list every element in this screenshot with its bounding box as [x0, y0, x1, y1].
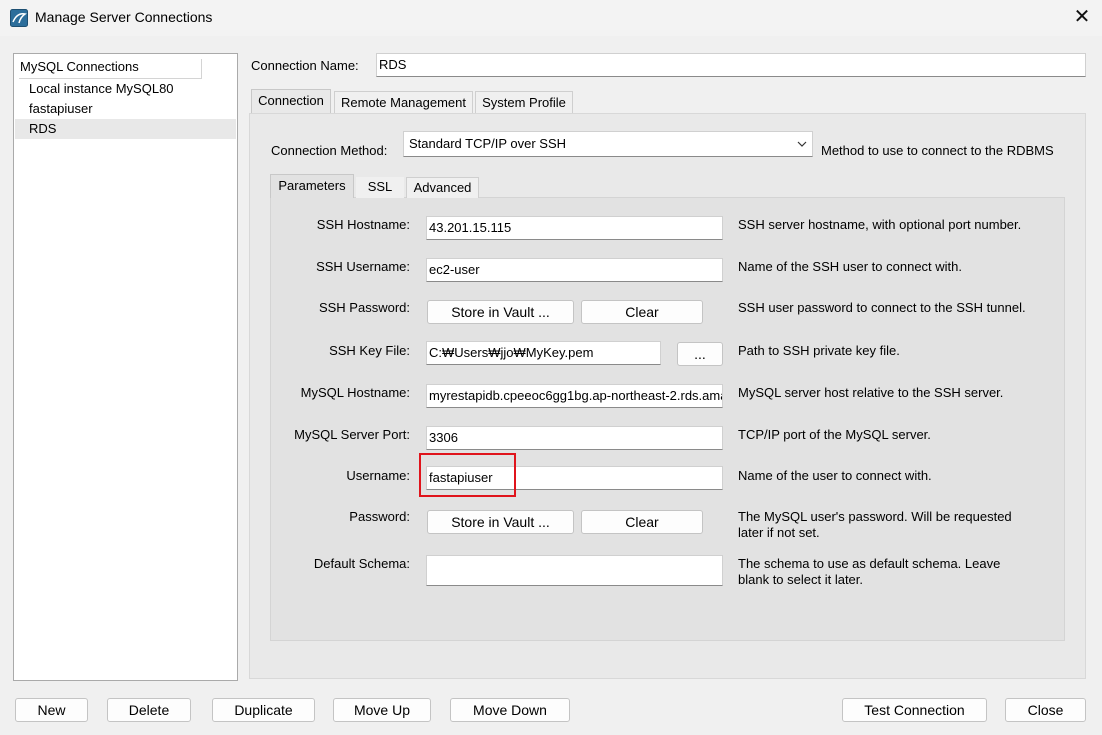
- tab-parameters[interactable]: Parameters: [270, 174, 354, 198]
- password-label: Password:: [349, 509, 410, 524]
- highlight-box: [419, 453, 516, 497]
- tab-system-profile[interactable]: System Profile: [475, 91, 573, 113]
- password-store-button[interactable]: Store in Vault ...: [427, 510, 574, 534]
- ssh-key-file-label: SSH Key File:: [329, 343, 410, 358]
- username-label: Username:: [346, 468, 410, 483]
- ssh-password-clear-button[interactable]: Clear: [581, 300, 703, 324]
- ssh-key-file-browse-button[interactable]: ...: [677, 342, 723, 366]
- ssh-username-description: Name of the SSH user to connect with.: [738, 259, 962, 274]
- mysql-workbench-icon: [10, 9, 28, 27]
- default-schema-description-line1: The schema to use as default schema. Lea…: [738, 556, 1001, 571]
- delete-button[interactable]: Delete: [107, 698, 191, 722]
- connection-name-label: Connection Name:: [251, 58, 359, 73]
- ssh-password-description: SSH user password to connect to the SSH …: [738, 300, 1026, 315]
- connection-item-rds[interactable]: RDS: [15, 119, 236, 139]
- mysql-hostname-input[interactable]: myrestapidb.cpeeoc6gg1bg.ap-northeast-2.…: [426, 384, 723, 408]
- tab-ssl[interactable]: SSL: [356, 177, 404, 198]
- default-schema-input[interactable]: [426, 555, 723, 586]
- mysql-hostname-description: MySQL server host relative to the SSH se…: [738, 385, 1004, 400]
- connection-method-select[interactable]: Standard TCP/IP over SSH: [403, 131, 813, 157]
- username-description: Name of the user to connect with.: [738, 468, 932, 483]
- ssh-hostname-description: SSH server hostname, with optional port …: [738, 217, 1022, 232]
- ssh-password-store-button[interactable]: Store in Vault ...: [427, 300, 574, 324]
- password-description-line2: later if not set.: [738, 525, 820, 540]
- connection-method-value: Standard TCP/IP over SSH: [409, 136, 567, 151]
- ssh-key-file-description: Path to SSH private key file.: [738, 343, 900, 358]
- title-bar: Manage Server Connections ✕: [0, 0, 1102, 36]
- connection-item-fastapiuser[interactable]: fastapiuser: [15, 99, 236, 119]
- chevron-down-icon: [796, 132, 808, 156]
- close-button[interactable]: Close: [1005, 698, 1086, 722]
- connection-method-description: Method to use to connect to the RDBMS: [821, 143, 1054, 158]
- ssh-key-file-input[interactable]: C:₩Users₩jjo₩MyKey.pem: [426, 341, 661, 365]
- tab-remote-management[interactable]: Remote Management: [334, 91, 473, 113]
- password-description-line1: The MySQL user's password. Will be reque…: [738, 509, 1012, 524]
- mysql-port-input[interactable]: 3306: [426, 426, 723, 450]
- new-button[interactable]: New: [15, 698, 88, 722]
- ssh-username-label: SSH Username:: [316, 259, 410, 274]
- connection-name-input[interactable]: RDS: [376, 53, 1086, 77]
- test-connection-button[interactable]: Test Connection: [842, 698, 987, 722]
- mysql-port-label: MySQL Server Port:: [294, 427, 410, 442]
- connection-method-label: Connection Method:: [271, 143, 388, 158]
- ssh-username-input[interactable]: ec2-user: [426, 258, 723, 282]
- ssh-hostname-input[interactable]: 43.201.15.115: [426, 216, 723, 240]
- default-schema-description-line2: blank to select it later.: [738, 572, 864, 587]
- default-schema-label: Default Schema:: [313, 556, 410, 571]
- password-clear-button[interactable]: Clear: [581, 510, 703, 534]
- window-title: Manage Server Connections: [35, 9, 213, 25]
- ssh-password-label: SSH Password:: [318, 300, 410, 315]
- tab-connection[interactable]: Connection: [251, 89, 331, 113]
- window-close-icon[interactable]: ✕: [1068, 4, 1096, 32]
- connections-list-header: MySQL Connections: [19, 59, 202, 79]
- move-down-button[interactable]: Move Down: [450, 698, 570, 722]
- duplicate-button[interactable]: Duplicate: [212, 698, 315, 722]
- mysql-hostname-label: MySQL Hostname:: [300, 385, 410, 400]
- tab-advanced[interactable]: Advanced: [406, 177, 479, 198]
- mysql-port-description: TCP/IP port of the MySQL server.: [738, 427, 931, 442]
- move-up-button[interactable]: Move Up: [333, 698, 431, 722]
- connection-item-local[interactable]: Local instance MySQL80: [15, 79, 236, 99]
- ssh-hostname-label: SSH Hostname:: [316, 217, 410, 232]
- connections-list[interactable]: MySQL Connections Local instance MySQL80…: [13, 53, 238, 681]
